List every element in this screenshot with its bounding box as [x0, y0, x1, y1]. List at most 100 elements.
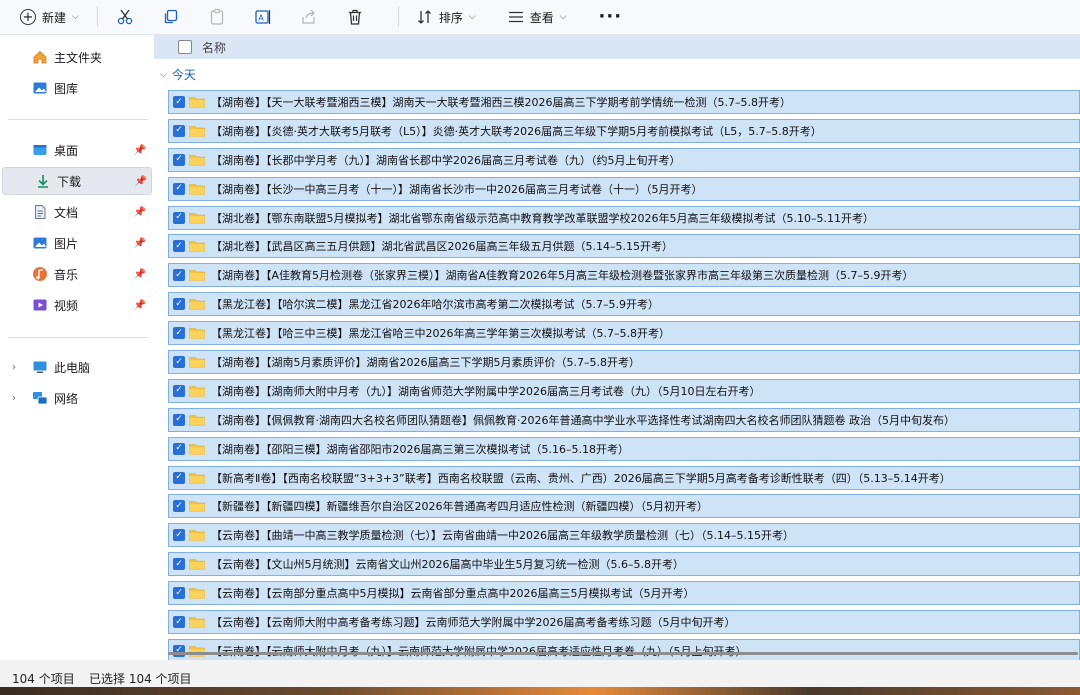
sidebar-item-label: 视频: [54, 298, 79, 313]
row-checkbox[interactable]: ✓: [173, 558, 185, 571]
file-row[interactable]: ✓ 【湖南卷】【炎德·英才大联考5月联考（L5）】炎德·英才大联考2026届高三年…: [168, 118, 1080, 143]
row-checkbox[interactable]: ✓: [173, 384, 185, 397]
row-checkbox[interactable]: ✓: [173, 182, 185, 195]
folder-icon: [189, 385, 205, 397]
file-row[interactable]: ✓ 【湖南卷】【湖南5月素质评价】湖南省2026届高三下学期5月素质评价（5.7–…: [168, 350, 1080, 375]
sidebar-item-pictures[interactable]: 图片 📌: [0, 229, 150, 257]
plus-icon: +: [20, 9, 36, 25]
sidebar-item-label: 此电脑: [54, 360, 91, 375]
trash-icon: [348, 9, 361, 25]
sidebar-item-desktop[interactable]: 桌面 📌: [0, 136, 150, 164]
file-row[interactable]: ✓ 【云南卷】【云南师大附中月考（九）】云南师范大学附属中学2026届高考适应性月…: [168, 638, 1080, 660]
file-name: 【云南卷】【云南师大附中月考（九）】云南师范大学附属中学2026届高考适应性月考…: [211, 643, 747, 659]
file-row[interactable]: ✓ 【湖南卷】【湖南师大附中月考（九）】湖南省师范大学附属中学2026届高三月考试…: [168, 378, 1080, 403]
file-row[interactable]: ✓ 【黑龙江卷】【哈尔滨二模】黑龙江省2026年哈尔滨市高考第二次模拟考试（5.7…: [168, 292, 1080, 317]
row-checkbox[interactable]: ✓: [173, 500, 185, 513]
file-row[interactable]: ✓ 【云南卷】【文山州5月统测】云南省文山州2026届高中毕业生5月复习统一检测（…: [168, 552, 1080, 577]
music-icon: [32, 266, 48, 282]
sidebar-item-downloads[interactable]: 下载 📌: [2, 167, 152, 195]
file-row[interactable]: ✓ 【新疆卷】【新疆四模】新疆维吾尔自治区2026年普通高考四月适应性检测（新疆四…: [168, 494, 1080, 519]
paste-button[interactable]: [202, 4, 232, 30]
file-row[interactable]: ✓ 【黑龙江卷】【哈三中三模】黑龙江省哈三中2026年高三学年第三次模拟考试（5.…: [168, 321, 1080, 346]
folder-icon: [189, 500, 205, 513]
row-checkbox[interactable]: ✓: [173, 211, 185, 224]
pin-icon[interactable]: 📌: [135, 176, 147, 187]
row-checkbox[interactable]: ✓: [173, 471, 185, 484]
cut-button[interactable]: [110, 4, 140, 30]
chevron-right-icon[interactable]: ›: [12, 393, 16, 404]
sidebar-item-videos[interactable]: 视频 📌: [0, 291, 150, 319]
sidebar-item-label: 图库: [54, 81, 79, 96]
rename-button[interactable]: A: [248, 4, 278, 30]
sidebar-item-home[interactable]: 主文件夹: [0, 43, 150, 71]
row-checkbox[interactable]: ✓: [173, 616, 185, 629]
file-name: 【云南卷】【云南部分重点高中5月模拟】云南省部分重点高中2026届高三5月模拟考…: [211, 587, 695, 601]
pin-icon[interactable]: 📌: [134, 300, 146, 311]
video-icon: [32, 297, 48, 313]
row-checkbox[interactable]: ✓: [173, 442, 185, 455]
file-row[interactable]: ✓ 【云南卷】【曲靖一中高三教学质量检测（七）】云南省曲靖一中2026届高三年级教…: [168, 523, 1080, 548]
file-row[interactable]: ✓ 【云南卷】【云南部分重点高中5月模拟】云南省部分重点高中2026届高三5月模拟…: [168, 581, 1080, 606]
chevron-right-icon[interactable]: ›: [12, 362, 16, 373]
folder-icon: [189, 414, 205, 426]
file-name: 【黑龙江卷】【哈三中三模】黑龙江省哈三中2026年高三学年第三次模拟考试（5.7…: [211, 327, 670, 341]
more-options-button[interactable]: ···: [593, 8, 629, 26]
file-row[interactable]: ✓ 【湖南卷】【佩佩教育·湖南四大名校名师团队猜题卷】佩佩教育·2026年普通高中…: [168, 407, 1080, 432]
file-name: 【湖南卷】【湖南师大附中月考（九）】湖南省师范大学附属中学2026届高三月考试卷…: [211, 384, 761, 398]
folder-icon: [189, 240, 205, 253]
copy-button[interactable]: [156, 4, 186, 30]
sidebar-divider: [8, 337, 148, 338]
horizontal-scrollbar[interactable]: [168, 652, 1078, 655]
folder-icon: [189, 212, 205, 224]
computer-icon: [32, 359, 48, 375]
row-checkbox[interactable]: ✓: [173, 298, 185, 311]
file-name: 【云南卷】【曲靖一中高三教学质量检测（七）】云南省曲靖一中2026届高三年级教学…: [211, 529, 794, 543]
row-checkbox[interactable]: ✓: [173, 644, 185, 657]
select-all-checkbox[interactable]: [178, 40, 192, 54]
column-header-name[interactable]: 名称: [202, 39, 226, 56]
pin-icon[interactable]: 📌: [134, 238, 146, 249]
folder-icon: [189, 327, 205, 339]
pin-icon[interactable]: 📌: [134, 269, 146, 280]
row-checkbox[interactable]: ✓: [173, 587, 185, 600]
group-label: 今天: [171, 68, 196, 82]
view-button[interactable]: 查看 ⌵: [502, 4, 573, 30]
row-checkbox[interactable]: ✓: [173, 269, 185, 282]
file-row[interactable]: ✓ 【湖北卷】【鄂东南联盟5月模拟考】湖北省鄂东南省级示范高中教育教学改革联盟学校…: [168, 205, 1080, 230]
row-checkbox[interactable]: ✓: [173, 124, 185, 137]
sidebar-item-network[interactable]: › 网络: [0, 384, 150, 412]
row-checkbox[interactable]: ✓: [173, 356, 185, 369]
sidebar-item-label: 网络: [54, 391, 79, 406]
group-header-today[interactable]: ⌵ 今天: [160, 66, 196, 83]
row-checkbox[interactable]: ✓: [173, 327, 185, 340]
file-row[interactable]: ✓ 【湖南卷】【邵阳三模】湖南省邵阳市2026届高三第三次模拟考试（5.16–5.…: [168, 436, 1080, 461]
sidebar-item-music[interactable]: 音乐 📌: [0, 260, 150, 288]
svg-text:A: A: [258, 14, 264, 23]
toolbar-divider: [96, 7, 98, 27]
sidebar-item-gallery[interactable]: 图库: [0, 74, 150, 102]
pin-icon[interactable]: 📌: [134, 207, 146, 218]
file-row[interactable]: ✓ 【湖南卷】【长沙一中高三月考（十一）】湖南省长沙市一中2026届高三月考试卷（…: [168, 176, 1080, 201]
share-button[interactable]: [294, 4, 324, 30]
file-row[interactable]: ✓ 【新高考Ⅱ卷】【西南名校联盟“3+3+3”联考】西南名校联盟（云南、贵州、广西…: [168, 465, 1080, 490]
delete-button[interactable]: [340, 4, 370, 30]
pin-icon[interactable]: 📌: [134, 145, 146, 156]
row-checkbox[interactable]: ✓: [173, 96, 185, 108]
sidebar-item-documents[interactable]: 文档 📌: [0, 198, 150, 226]
row-checkbox[interactable]: ✓: [173, 240, 185, 253]
file-row[interactable]: ✓ 【湖南卷】【天一大联考暨湘西三模】湖南天一大联考暨湘西三模2026届高三下学期…: [168, 90, 1080, 114]
document-icon: [32, 204, 48, 220]
file-list-pane: 名称 ⌵ 今天 ✓ 【湖南卷】【天一大联考暨湘西三模】湖南天一大联考暨湘西三模20…: [154, 35, 1080, 660]
file-name: 【湖南卷】【长郡中学月考（九）】湖南省长郡中学2026届高三月考试卷（九）（约5…: [211, 153, 681, 167]
row-checkbox[interactable]: ✓: [173, 153, 185, 166]
row-checkbox[interactable]: ✓: [173, 529, 185, 542]
new-button[interactable]: + 新建 ⌵: [14, 4, 85, 30]
share-icon: [302, 9, 315, 24]
sidebar-item-this-pc[interactable]: › 此电脑: [0, 353, 150, 381]
file-row[interactable]: ✓ 【湖北卷】【武昌区高三五月供题】湖北省武昌区2026届高三年级五月供题（5.1…: [168, 234, 1080, 259]
row-checkbox[interactable]: ✓: [173, 413, 185, 426]
file-row[interactable]: ✓ 【湖南卷】【长郡中学月考（九）】湖南省长郡中学2026届高三月考试卷（九）（约…: [168, 147, 1080, 172]
file-row[interactable]: ✓ 【云南卷】【云南师大附中高考备考练习题】云南师范大学附属中学2026届高考备考…: [168, 610, 1080, 635]
file-row[interactable]: ✓ 【湖南卷】【A佳教育5月检测卷（张家界三模）】湖南省A佳教育2026年5月高三…: [168, 263, 1080, 288]
sort-button[interactable]: 排序 ⌵: [411, 4, 482, 30]
